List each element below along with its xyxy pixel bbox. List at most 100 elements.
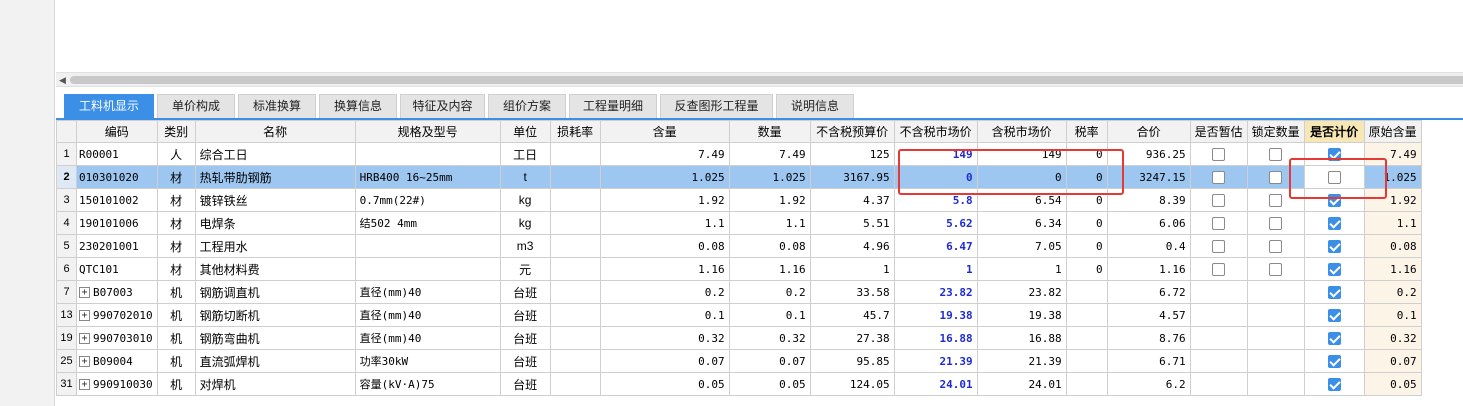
expand-plus-icon[interactable]: + [79, 356, 90, 367]
provisional-cell[interactable] [1189, 142, 1248, 166]
tax-rate-cell[interactable] [1065, 303, 1108, 327]
provisional-cell[interactable] [1189, 234, 1248, 258]
market-price-tax-cell[interactable]: 24.01 [976, 372, 1067, 396]
type-cell[interactable]: 材 [156, 211, 196, 235]
header-quantity[interactable]: 数量 [728, 120, 811, 143]
spec-cell[interactable]: 容量(kV·A)75 [354, 372, 501, 396]
name-cell[interactable]: 钢筋调直机 [194, 280, 356, 304]
content-cell[interactable]: 1.1 [599, 211, 730, 235]
original-content-cell[interactable]: 1.16 [1363, 257, 1422, 281]
quantity-cell[interactable]: 1.92 [728, 188, 811, 212]
total-cell[interactable]: 4.57 [1106, 303, 1191, 327]
content-cell[interactable]: 0.08 [599, 234, 730, 258]
code-cell[interactable]: +990910030 [76, 372, 158, 396]
priced-cell[interactable] [1303, 211, 1365, 235]
tax-rate-cell[interactable] [1065, 326, 1108, 350]
priced-cell[interactable] [1303, 234, 1365, 258]
priced-cell[interactable] [1303, 165, 1365, 189]
market-price-cell[interactable]: 149 [893, 142, 978, 166]
header-code[interactable]: 编码 [76, 120, 158, 143]
tab-conversion-info[interactable]: 换算信息 [319, 94, 397, 118]
header-lock-quantity[interactable]: 锁定数量 [1246, 120, 1305, 143]
total-cell[interactable]: 6.06 [1106, 211, 1191, 235]
original-content-cell[interactable]: 1.025 [1363, 165, 1422, 189]
table-row[interactable]: 7 + B07003 机钢筋调直机 直径(mm)40 台班 0.2 0.2 33.58 23.82… [56, 280, 1422, 304]
type-cell[interactable]: 材 [156, 257, 196, 281]
priced-cell[interactable] [1303, 303, 1365, 327]
type-cell[interactable]: 人 [156, 142, 196, 166]
market-price-cell[interactable]: 24.01 [893, 372, 978, 396]
market-price-cell[interactable]: 21.39 [893, 349, 978, 373]
type-cell[interactable]: 材 [156, 234, 196, 258]
provisional-cell[interactable] [1189, 326, 1248, 350]
type-cell[interactable]: 机 [156, 326, 196, 350]
quantity-cell[interactable]: 0.32 [728, 326, 811, 350]
total-cell[interactable]: 3247.15 [1106, 165, 1191, 189]
content-cell[interactable]: 0.1 [599, 303, 730, 327]
tax-rate-cell[interactable]: 0 [1065, 234, 1108, 258]
unit-cell[interactable]: 台班 [499, 303, 551, 327]
lock-quantity-cell[interactable] [1246, 303, 1305, 327]
unit-cell[interactable]: m3 [499, 234, 551, 258]
scrollbar-thumb[interactable] [70, 76, 1463, 84]
tab-description[interactable]: 说明信息 [776, 94, 854, 118]
loss-rate-cell[interactable] [549, 211, 601, 235]
original-content-cell[interactable]: 1.92 [1363, 188, 1422, 212]
spec-cell[interactable]: 结502 4mm [354, 211, 501, 235]
name-cell[interactable]: 工程用水 [194, 234, 356, 258]
spec-cell[interactable] [354, 257, 501, 281]
checkbox-unchecked-icon[interactable] [1269, 263, 1283, 277]
lock-quantity-cell[interactable] [1246, 280, 1305, 304]
checkbox-unchecked-icon[interactable] [1212, 148, 1226, 162]
quantity-cell[interactable]: 0.05 [728, 372, 811, 396]
loss-rate-cell[interactable] [549, 326, 601, 350]
market-price-cell[interactable]: 6.47 [893, 234, 978, 258]
market-price-tax-cell[interactable]: 16.88 [976, 326, 1067, 350]
budget-price-cell[interactable]: 27.38 [809, 326, 895, 350]
header-priced[interactable]: 是否计价 [1303, 120, 1365, 143]
code-cell[interactable]: R00001 [76, 142, 158, 166]
priced-cell[interactable] [1303, 280, 1365, 304]
code-cell[interactable]: 230201001 [76, 234, 158, 258]
tab-reverse-graphic-quantity[interactable]: 反查图形工程量 [660, 94, 773, 118]
unit-cell[interactable]: 元 [499, 257, 551, 281]
loss-rate-cell[interactable] [549, 372, 601, 396]
quantity-cell[interactable]: 0.2 [728, 280, 811, 304]
budget-price-cell[interactable]: 3167.95 [809, 165, 895, 189]
header-type[interactable]: 类别 [156, 120, 196, 143]
spec-cell[interactable]: 直径(mm)40 [354, 303, 501, 327]
unit-cell[interactable]: 台班 [499, 326, 551, 350]
loss-rate-cell[interactable] [549, 142, 601, 166]
tax-rate-cell[interactable] [1065, 372, 1108, 396]
market-price-cell[interactable]: 19.38 [893, 303, 978, 327]
provisional-cell[interactable] [1189, 188, 1248, 212]
table-row[interactable]: 2 010301020 材热轧带肋钢筋 HRB400 16~25mm t 1.025 1.0… [56, 165, 1422, 189]
budget-price-cell[interactable]: 125 [809, 142, 895, 166]
scroll-left-arrow-icon[interactable]: ◀ [59, 75, 66, 86]
code-cell[interactable]: QTC101 [76, 257, 158, 281]
content-cell[interactable]: 1.025 [599, 165, 730, 189]
name-cell[interactable]: 钢筋弯曲机 [194, 326, 356, 350]
name-cell[interactable]: 对焊机 [194, 372, 356, 396]
budget-price-cell[interactable]: 33.58 [809, 280, 895, 304]
checkbox-checked-icon[interactable] [1327, 286, 1341, 300]
tax-rate-cell[interactable]: 0 [1065, 188, 1108, 212]
total-cell[interactable]: 0.4 [1106, 234, 1191, 258]
header-content[interactable]: 含量 [599, 120, 730, 143]
header-tax-rate[interactable]: 税率 [1065, 120, 1108, 143]
expand-plus-icon[interactable]: + [79, 379, 90, 390]
checkbox-checked-icon[interactable] [1327, 332, 1341, 346]
total-cell[interactable]: 1.16 [1106, 257, 1191, 281]
checkbox-checked-icon[interactable] [1327, 378, 1341, 392]
market-price-tax-cell[interactable]: 6.54 [976, 188, 1067, 212]
loss-rate-cell[interactable] [549, 257, 601, 281]
checkbox-checked-icon[interactable] [1327, 240, 1341, 254]
type-cell[interactable]: 机 [156, 349, 196, 373]
unit-cell[interactable]: kg [499, 188, 551, 212]
market-price-cell[interactable]: 5.62 [893, 211, 978, 235]
table-row[interactable]: 6 QTC101 材其他材料费元 1.16 1.16 1 1 1 0 1.16 1.16 [56, 257, 1422, 281]
market-price-cell[interactable]: 23.82 [893, 280, 978, 304]
type-cell[interactable]: 材 [156, 188, 196, 212]
lock-quantity-cell[interactable] [1246, 372, 1305, 396]
checkbox-unchecked-icon[interactable] [1269, 217, 1283, 231]
